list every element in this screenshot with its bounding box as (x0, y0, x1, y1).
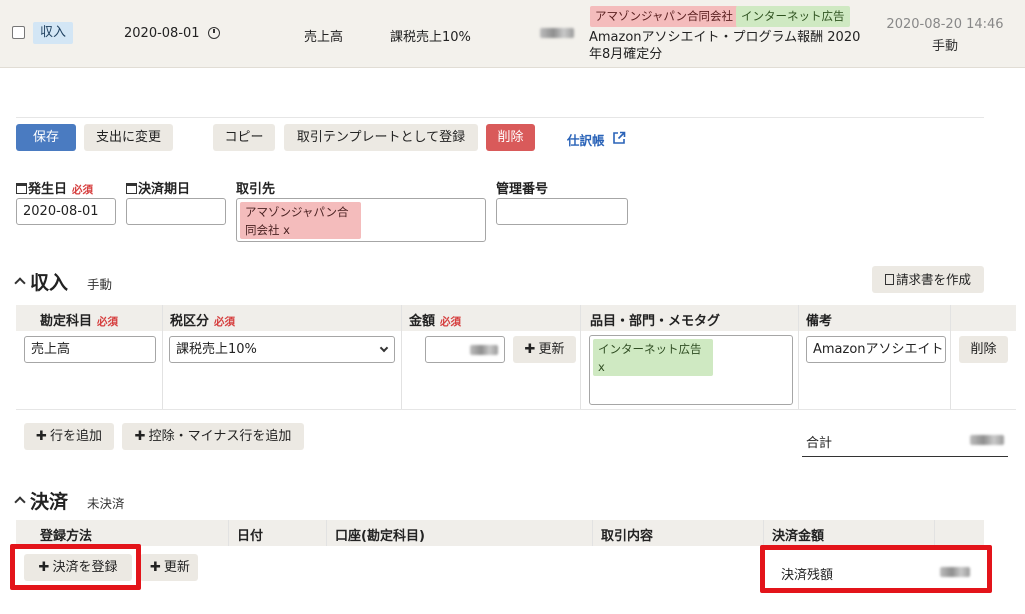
summary-updated-at: 2020-08-20 14:46 (886, 17, 1004, 32)
column-divider (401, 305, 402, 409)
summary-account: 売上高 (304, 30, 344, 45)
column-divider (162, 305, 163, 409)
amount-input[interactable] (425, 336, 505, 363)
column-divider (228, 520, 229, 546)
income-section-toggle[interactable]: 収入 (14, 268, 68, 295)
memo-input[interactable]: Amazonアソシエイト・プログラム報酬 2020年8月確定分 (806, 336, 946, 363)
journal-link[interactable]: 仕訳帳 (567, 130, 605, 149)
due-date-input[interactable] (126, 198, 226, 225)
column-divider (592, 520, 593, 546)
calendar-icon (126, 183, 137, 194)
income-table-header (16, 305, 1016, 331)
summary-partner-tag: アマゾンジャパン合同会社 (590, 6, 738, 27)
column-header-memo: 備考 (806, 314, 833, 329)
update-settlement-button[interactable]: ✚ 更新 (140, 554, 198, 581)
row-select-checkbox[interactable] (12, 26, 25, 39)
due-date-label: 決済期日 (126, 178, 190, 197)
total-amount-redacted (970, 435, 1004, 445)
update-amount-button[interactable]: ✚ 更新 (513, 336, 576, 363)
total-label: 合計 (806, 436, 833, 451)
column-divider (763, 520, 764, 546)
column-header-wallet: 口座(勘定科目) (335, 529, 425, 544)
amount-redacted (470, 345, 498, 355)
column-divider (934, 520, 935, 546)
manage-number-input[interactable] (496, 198, 628, 225)
column-divider (798, 305, 799, 409)
total-underline (802, 456, 1008, 457)
column-header-method: 登録方法 (40, 529, 93, 544)
income-entry-mode: 手動 (87, 277, 113, 292)
required-badge: 必須 (72, 184, 94, 196)
tags-field[interactable]: インターネット広告 x (589, 335, 793, 405)
column-divider (950, 305, 951, 409)
column-divider (326, 520, 327, 546)
partner-chip[interactable]: アマゾンジャパン合同会社 x (240, 202, 361, 239)
column-divider (580, 305, 581, 409)
summary-memo: Amazonアソシエイト・プログラム報酬 2020年8月確定分 (589, 30, 861, 62)
transaction-type-badge: 収入 (33, 22, 74, 44)
document-icon (884, 274, 894, 285)
settlement-table-header (16, 520, 984, 546)
save-button[interactable]: 保存 (16, 124, 76, 151)
partner-label: 取引先 (236, 182, 276, 197)
column-header-amount: 金額 必須 (409, 314, 462, 329)
save-as-template-button[interactable]: 取引テンプレートとして登録 (284, 124, 478, 151)
chevron-down-icon (379, 343, 389, 353)
summary-entry-mode: 手動 (931, 39, 958, 54)
settlement-section-toggle[interactable]: 決済 (14, 487, 68, 514)
tax-select[interactable]: 課税売上10% (169, 336, 395, 363)
column-header-tags: 品目・部門・メモタグ (590, 314, 721, 329)
column-header-tax: 税区分 必須 (170, 314, 236, 329)
highlight-box (10, 544, 141, 590)
highlight-box (760, 545, 992, 593)
manage-number-label: 管理番号 (496, 182, 549, 197)
column-header-settlement-amount: 決済金額 (772, 529, 825, 544)
summary-amount-redacted (540, 28, 574, 38)
delete-row-button[interactable]: 削除 (959, 336, 1008, 363)
create-invoice-button[interactable]: 請求書を作成 (872, 266, 984, 293)
calendar-icon (16, 183, 27, 194)
column-header-description: 取引内容 (601, 529, 654, 544)
column-header-account: 勘定科目 必須 (40, 314, 119, 329)
plus-icon: ✚ (134, 429, 146, 444)
tax-select-value: 課税売上10% (176, 342, 257, 357)
clock-icon (208, 27, 220, 39)
issue-date-label: 発生日 必須 (16, 178, 93, 197)
settlement-status: 未決済 (87, 496, 125, 511)
caret-up-icon (14, 277, 26, 289)
column-header-date: 日付 (237, 529, 264, 544)
plus-icon: ✚ (36, 429, 47, 444)
delete-button[interactable]: 削除 (486, 124, 535, 151)
transaction-summary-row[interactable]: 収入 2020-08-01 売上高 課税売上10% アマゾンジャパン合同会社 イ… (0, 0, 1025, 68)
item-tag-chip[interactable]: インターネット広告 x (593, 339, 713, 376)
change-to-expense-button[interactable]: 支出に変更 (84, 124, 173, 151)
external-link-icon[interactable] (612, 131, 626, 145)
issue-date-input[interactable]: 2020-08-01 (16, 198, 116, 225)
caret-up-icon (14, 496, 26, 508)
add-row-button[interactable]: ✚ 行を追加 (24, 423, 114, 450)
summary-tax: 課税売上10% (390, 30, 471, 45)
account-input[interactable]: 売上高 (24, 336, 156, 363)
add-deduction-row-button[interactable]: ✚ 控除・マイナス行を追加 (122, 423, 304, 450)
summary-date: 2020-08-01 (124, 26, 200, 41)
copy-button[interactable]: コピー (213, 124, 275, 151)
plus-icon: ✚ (150, 560, 161, 575)
partner-field[interactable]: アマゾンジャパン合同会社 x (236, 198, 486, 242)
plus-icon: ✚ (524, 342, 536, 357)
summary-item-tag: インターネット広告 (736, 6, 850, 27)
divider (16, 409, 1016, 410)
divider (16, 117, 984, 118)
